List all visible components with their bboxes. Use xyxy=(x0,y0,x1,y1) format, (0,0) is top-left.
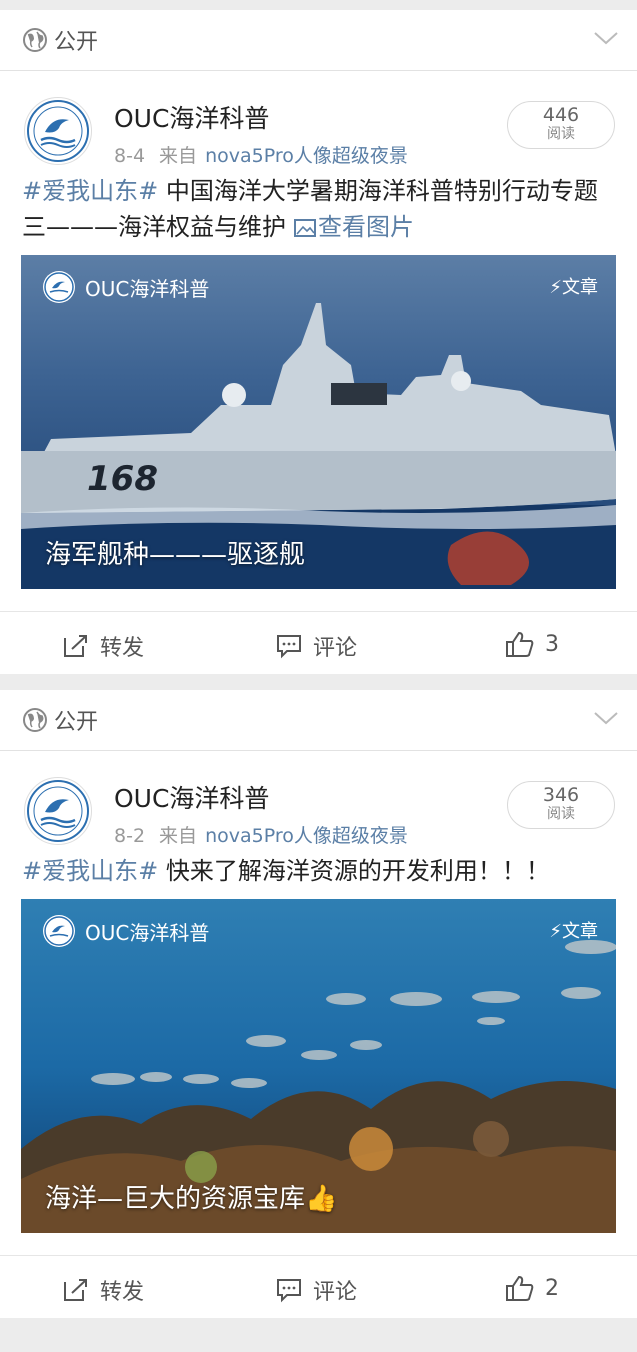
read-count: 446 xyxy=(542,104,580,126)
repost-button[interactable]: 转发 xyxy=(62,1274,144,1306)
repost-icon xyxy=(64,1279,87,1301)
article-badge: ⚡文章 xyxy=(549,917,598,943)
visibility-bar[interactable]: 公开 xyxy=(0,690,637,751)
hull-number: 168 xyxy=(87,459,158,499)
globe-icon xyxy=(23,708,47,732)
article-badge: ⚡文章 xyxy=(549,273,598,299)
post-meta: 8-2 来自 nova5Pro人像超级夜景 xyxy=(114,821,408,848)
post-source[interactable]: nova5Pro人像超级夜景 xyxy=(205,145,408,167)
comment-button[interactable]: 评论 xyxy=(275,630,357,662)
action-bar: 转发 评论 2 xyxy=(0,1255,637,1318)
avatar[interactable] xyxy=(24,777,92,845)
comment-icon xyxy=(277,1279,301,1303)
post-date: 8-2 xyxy=(114,825,146,847)
visibility-label: 公开 xyxy=(54,30,99,55)
like-count: 3 xyxy=(545,631,559,657)
globe-icon xyxy=(23,28,47,52)
article-card[interactable]: OUC海洋科普 ⚡文章 海洋—巨大的资源宝库👍 xyxy=(21,899,616,1233)
card-brand-label: OUC海洋科普 xyxy=(85,276,210,301)
author-name[interactable]: OUC海洋科普 xyxy=(114,779,269,815)
post-date: 8-4 xyxy=(114,145,146,167)
visibility-bar[interactable]: 公开 xyxy=(0,10,637,71)
article-card[interactable]: 168 OUC海洋科普 ⚡文章 海军舰种———驱逐舰 xyxy=(21,255,616,589)
view-images-label: 查看图片 xyxy=(318,213,414,241)
card-brand: OUC海洋科普 xyxy=(43,915,209,947)
post-header: OUC海洋科普 8-4 来自 nova5Pro人像超级夜景 446 阅读 xyxy=(0,71,637,167)
action-bar: 转发 评论 3 xyxy=(0,611,637,674)
repost-label: 转发 xyxy=(100,1280,145,1305)
avatar[interactable] xyxy=(24,97,92,165)
ouc-logo-icon xyxy=(43,271,75,303)
post-text: #爱我山东# 中国海洋大学暑期海洋科普特别行动专题三———海洋权益与维护 查看图片 xyxy=(0,167,637,245)
read-label: 阅读 xyxy=(547,126,575,142)
hashtag-link[interactable]: #爱我山东# xyxy=(22,857,158,885)
comment-icon xyxy=(277,635,301,659)
lightning-icon: ⚡ xyxy=(549,277,562,298)
card-brand: OUC海洋科普 xyxy=(43,271,209,303)
post-body: 快来了解海洋资源的开发利用！！！ xyxy=(158,857,550,885)
like-button[interactable]: 2 xyxy=(505,1274,559,1302)
repost-icon xyxy=(64,635,87,657)
ouc-logo-icon xyxy=(27,100,89,162)
read-count-badge: 346 阅读 xyxy=(507,781,615,829)
card-caption: 海军舰种———驱逐舰 xyxy=(45,540,306,570)
read-count: 346 xyxy=(542,784,580,806)
thumbs-up-icon xyxy=(506,631,534,657)
comment-button[interactable]: 评论 xyxy=(275,1274,357,1306)
image-icon xyxy=(294,219,316,237)
ouc-logo-icon xyxy=(27,780,89,842)
from-label: 来自 xyxy=(159,825,198,847)
post-text: #爱我山东# 快来了解海洋资源的开发利用！！！ xyxy=(0,847,637,889)
read-label: 阅读 xyxy=(547,806,575,822)
ouc-logo-icon xyxy=(43,915,75,947)
post-source[interactable]: nova5Pro人像超级夜景 xyxy=(205,825,408,847)
like-count: 2 xyxy=(545,1275,559,1301)
comment-label: 评论 xyxy=(313,636,358,661)
repost-button[interactable]: 转发 xyxy=(62,630,144,662)
hashtag-link[interactable]: #爱我山东# xyxy=(22,177,158,205)
card-caption: 海洋—巨大的资源宝库👍 xyxy=(45,1184,338,1214)
read-count-badge: 446 阅读 xyxy=(507,101,615,149)
from-label: 来自 xyxy=(159,145,198,167)
repost-label: 转发 xyxy=(100,636,145,661)
author-name[interactable]: OUC海洋科普 xyxy=(114,99,269,135)
post-header: OUC海洋科普 8-2 来自 nova5Pro人像超级夜景 346 阅读 xyxy=(0,751,637,847)
article-badge-label: 文章 xyxy=(562,921,598,942)
thumbs-up-icon xyxy=(506,1275,534,1301)
card-brand-label: OUC海洋科普 xyxy=(85,920,210,945)
post-card: 公开 OUC海洋科普 8-2 来自 nova5Pro人像超级夜景 346 阅读 #爱… xyxy=(0,690,637,1318)
view-images-link[interactable]: 查看图片 xyxy=(294,213,414,241)
visibility-label: 公开 xyxy=(54,710,99,735)
comment-label: 评论 xyxy=(313,1280,358,1305)
post-card: 公开 OUC海洋科普 8-4 来自 nova5Pro人像超级夜景 446 阅读 #爱… xyxy=(0,10,637,674)
chevron-down-icon[interactable] xyxy=(593,28,619,48)
chevron-down-icon[interactable] xyxy=(593,708,619,728)
lightning-icon: ⚡ xyxy=(549,921,562,942)
post-meta: 8-4 来自 nova5Pro人像超级夜景 xyxy=(114,141,408,168)
like-button[interactable]: 3 xyxy=(505,630,559,658)
article-badge-label: 文章 xyxy=(562,277,598,298)
